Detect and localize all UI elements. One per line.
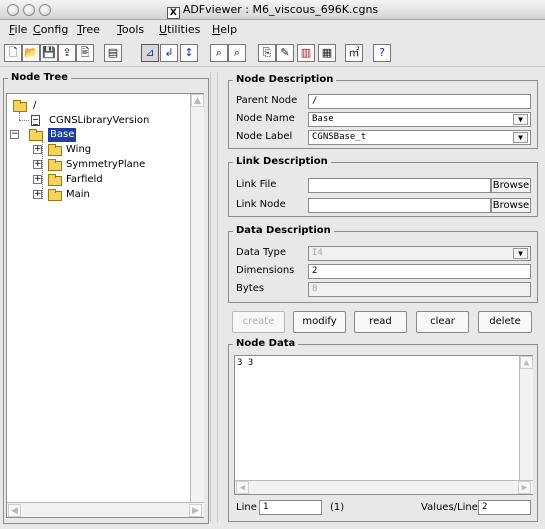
scroll-left-icon[interactable]: ◀ bbox=[8, 504, 21, 517]
open-folder-icon[interactable]: 📂 bbox=[22, 44, 40, 62]
selected-node-label: Base bbox=[48, 128, 77, 142]
node-data-content: 3 3 bbox=[237, 358, 254, 368]
search-next-icon[interactable]: ⌕ bbox=[228, 44, 246, 62]
calculator-icon[interactable]: ▦ bbox=[318, 44, 336, 62]
scroll-up-icon[interactable]: ▲ bbox=[191, 94, 204, 107]
dropdown-arrow-icon[interactable]: ▼ bbox=[513, 114, 528, 125]
folder-icon bbox=[48, 144, 62, 156]
new-file-icon[interactable]: 🗋 bbox=[4, 44, 22, 62]
line-count: (1) bbox=[330, 502, 345, 513]
node-tree[interactable]: / CGNSLibraryVersion − Base + Wing + Sym… bbox=[6, 93, 204, 518]
save-icon[interactable]: 💾 bbox=[40, 44, 58, 62]
menu-utilities[interactable]: Utilities bbox=[159, 23, 200, 37]
expand-icon[interactable]: + bbox=[33, 145, 42, 154]
node-tree-title: Node Tree bbox=[8, 72, 71, 84]
read-button[interactable]: read bbox=[354, 311, 407, 333]
menu-help[interactable]: Help bbox=[212, 23, 237, 37]
dropdown-arrow-icon[interactable]: ▼ bbox=[513, 248, 528, 259]
data-type-label: Data Type bbox=[236, 247, 287, 258]
dimensions-field[interactable]: 2 bbox=[308, 264, 531, 279]
bytes-label: Bytes bbox=[236, 283, 265, 294]
link-description-title: Link Description bbox=[233, 156, 331, 168]
tree-expand-icon[interactable]: ⊿ bbox=[141, 44, 159, 62]
expand-icon[interactable]: + bbox=[33, 160, 42, 169]
scroll-right-icon[interactable]: ▶ bbox=[189, 504, 202, 517]
line-field[interactable]: 1 bbox=[259, 500, 322, 515]
data-description-title: Data Description bbox=[233, 225, 334, 237]
tree-collapse-icon[interactable]: ↲ bbox=[160, 44, 178, 62]
dropdown-arrow-icon[interactable]: ▼ bbox=[513, 132, 528, 143]
units-icon[interactable]: ㎡ bbox=[345, 44, 363, 62]
folder-icon bbox=[48, 159, 62, 171]
expand-icon[interactable]: + bbox=[33, 175, 42, 184]
panel-splitter[interactable] bbox=[210, 72, 218, 522]
parent-node-label: Parent Node bbox=[236, 95, 298, 106]
folder-icon bbox=[48, 189, 62, 201]
help-icon[interactable]: ? bbox=[373, 44, 391, 62]
link-file-browse-button[interactable]: Browse bbox=[491, 178, 531, 193]
document-icon bbox=[31, 115, 40, 126]
node-data-text[interactable]: 3 3 ▲ ◀ ▶ bbox=[234, 355, 533, 495]
tree-vertical-scrollbar[interactable]: ▲ bbox=[190, 94, 204, 502]
link-node-browse-button[interactable]: Browse bbox=[491, 198, 531, 213]
folder-icon bbox=[13, 100, 27, 112]
title-bar: X ADFviewer : M6_viscous_696K.cgns bbox=[0, 0, 545, 20]
window-title: ADFviewer : M6_viscous_696K.cgns bbox=[182, 3, 379, 16]
link-node-label: Link Node bbox=[236, 199, 286, 210]
line-label: Line bbox=[236, 502, 257, 513]
copy-node-icon[interactable]: ⎘ bbox=[258, 44, 276, 62]
node-label-select[interactable]: CGNSBase_t ▼ bbox=[308, 130, 531, 145]
menu-config[interactable]: Config bbox=[33, 23, 68, 37]
scroll-up-icon[interactable]: ▲ bbox=[520, 356, 533, 369]
delete-button[interactable]: delete bbox=[478, 311, 532, 333]
node-description-title: Node Description bbox=[233, 74, 337, 86]
search-icon[interactable]: ⌕ bbox=[210, 44, 228, 62]
edit-node-icon[interactable]: ✎ bbox=[276, 44, 294, 62]
link-node-field[interactable] bbox=[308, 198, 491, 213]
clear-button[interactable]: clear bbox=[416, 311, 469, 333]
bytes-field: 8 bbox=[308, 282, 531, 297]
folder-icon bbox=[48, 174, 62, 186]
scroll-right-icon[interactable]: ▶ bbox=[518, 481, 531, 494]
parent-node-field[interactable]: / bbox=[308, 94, 531, 109]
modify-button[interactable]: modify bbox=[293, 311, 346, 333]
expand-icon[interactable]: + bbox=[33, 190, 42, 199]
save-as-icon[interactable]: ⇪ bbox=[58, 44, 76, 62]
menu-file[interactable]: File bbox=[9, 23, 27, 37]
data-horizontal-scrollbar[interactable]: ◀ ▶ bbox=[235, 480, 533, 494]
scroll-left-icon[interactable]: ◀ bbox=[236, 481, 249, 494]
folder-icon bbox=[29, 129, 43, 141]
data-vertical-scrollbar[interactable]: ▲ bbox=[519, 356, 533, 480]
menu-tree[interactable]: Tree bbox=[77, 23, 100, 37]
file-info-icon[interactable]: 🖹 bbox=[76, 44, 94, 62]
plot-icon[interactable]: ▥ bbox=[297, 44, 315, 62]
node-name-select[interactable]: Base ▼ bbox=[308, 112, 531, 127]
tree-horizontal-scrollbar[interactable]: ◀ ▶ bbox=[7, 502, 204, 517]
dimensions-label: Dimensions bbox=[236, 265, 295, 276]
x11-logo-icon: X bbox=[166, 7, 180, 19]
node-data-title: Node Data bbox=[233, 338, 299, 350]
link-file-label: Link File bbox=[236, 179, 277, 190]
node-label-label: Node Label bbox=[236, 131, 293, 142]
link-file-field[interactable] bbox=[308, 178, 491, 193]
create-button[interactable]: create bbox=[232, 311, 285, 333]
values-per-line-field[interactable]: 2 bbox=[478, 500, 531, 515]
menu-tools[interactable]: Tools bbox=[117, 23, 144, 37]
node-name-label: Node Name bbox=[236, 113, 295, 124]
menu-bar: File Config Tree Tools Utilities Help bbox=[0, 20, 545, 40]
print-icon[interactable]: ▤ bbox=[104, 44, 122, 62]
toolbar: 🗋 📂 💾 ⇪ 🖹 ▤ ⊿ ↲ ↕ ⌕ ⌕ ⎘ ✎ ▥ ▦ ㎡ ? bbox=[0, 41, 545, 67]
collapse-icon[interactable]: − bbox=[10, 130, 19, 139]
data-type-select[interactable]: I4 ▼ bbox=[308, 246, 531, 261]
values-per-line-label: Values/Line bbox=[421, 502, 478, 513]
tree-level-icon[interactable]: ↕ bbox=[180, 44, 198, 62]
